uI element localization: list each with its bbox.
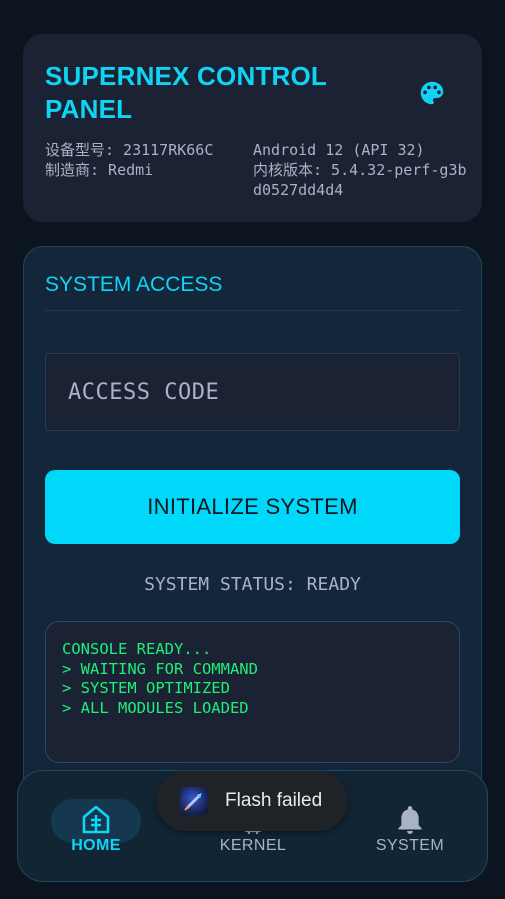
console-line: CONSOLE READY... [62,640,212,658]
access-code-input[interactable] [45,353,460,431]
bell-icon [350,801,470,835]
console-output: CONSOLE READY... > WAITING FOR COMMAND >… [45,621,460,763]
device-info-card: SUPERNEX CONTROL PANEL 设备型号: 23117RK66C … [23,34,482,222]
console-line: > WAITING FOR COMMAND [62,659,258,678]
device-info-left: 设备型号: 23117RK66C 制造商: Redmi [45,140,250,180]
section-title: SYSTEM ACCESS [45,273,223,296]
manufacturer: 制造商: Redmi [45,161,154,179]
device-info-right: Android 12 (API 32) 内核版本: 5.4.32-perf-g3… [253,140,468,200]
toast-notification: Flash failed [156,771,348,831]
home-icon [36,801,156,835]
kernel-version: 内核版本: 5.4.32-perf-g3bd0527dd4d4 [253,161,467,199]
palette-icon [420,81,444,105]
divider [45,310,460,311]
console-line: > ALL MODULES LOADED [62,699,249,718]
app-icon [180,787,208,815]
nav-label: HOME [71,837,121,854]
android-version: Android 12 (API 32) [253,141,425,159]
system-status-text: SYSTEM STATUS: READY [144,574,361,595]
app-title: SUPERNEX CONTROL PANEL [45,61,327,124]
console-line: > SYSTEM OPTIMIZED [62,679,230,698]
initialize-system-button[interactable]: INITIALIZE SYSTEM [45,470,460,544]
nav-home[interactable]: HOME [36,799,156,861]
device-model: 设备型号: 23117RK66C [45,141,214,159]
nav-label: SYSTEM [375,837,445,854]
theme-button[interactable] [415,76,449,110]
nav-label: KERNEL [219,837,287,854]
nav-system[interactable]: SYSTEM [350,801,470,861]
toast-text: Flash failed [225,790,323,811]
